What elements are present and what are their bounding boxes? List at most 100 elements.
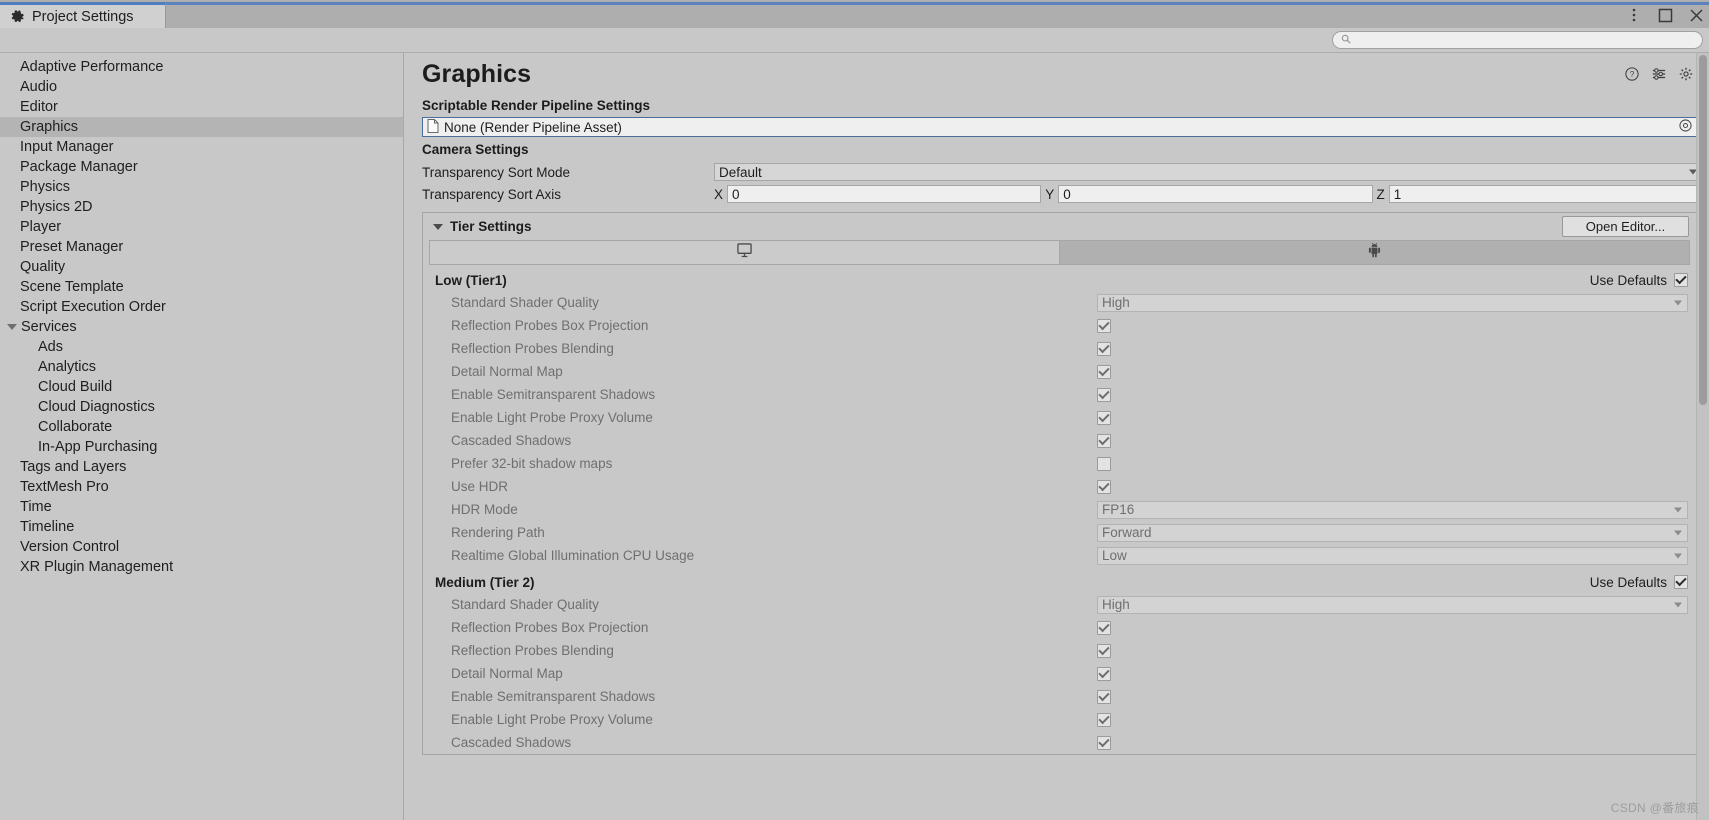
sidebar-item-xr-plugin-management[interactable]: XR Plugin Management: [0, 557, 403, 577]
tier-setting-dropdown[interactable]: High: [1097, 293, 1688, 312]
sidebar-item-adaptive-performance[interactable]: Adaptive Performance: [0, 57, 403, 77]
tier-settings-header[interactable]: Tier Settings Open Editor...: [423, 213, 1696, 240]
tier-setting-dropdown[interactable]: High: [1097, 595, 1688, 614]
sidebar-item-label: Timeline: [20, 519, 75, 535]
sidebar-item-audio[interactable]: Audio: [0, 77, 403, 97]
chevron-down-icon[interactable]: [433, 223, 443, 230]
sidebar-item-label: Time: [20, 499, 52, 515]
sidebar-item-physics[interactable]: Physics: [0, 177, 403, 197]
sidebar-item-label: Player: [20, 219, 62, 235]
sidebar-item-label: Audio: [20, 79, 58, 95]
axis-y-input[interactable]: 0: [1058, 185, 1373, 203]
sidebar-item-textmesh-pro[interactable]: TextMesh Pro: [0, 477, 403, 497]
sidebar-item-ads[interactable]: Ads: [0, 337, 403, 357]
tier-setting-checkbox[interactable]: [1097, 689, 1111, 704]
axis-z-input[interactable]: 1: [1388, 185, 1703, 203]
tier-setting-checkbox[interactable]: [1097, 620, 1111, 635]
tier-setting-checkbox[interactable]: [1097, 364, 1111, 379]
platform-tab-bar[interactable]: [429, 240, 1690, 265]
sidebar-item-input-manager[interactable]: Input Manager: [0, 137, 403, 157]
sidebar-item-editor[interactable]: Editor: [0, 97, 403, 117]
tier-setting-row: Realtime Global Illumination CPU Usage Lo…: [423, 544, 1696, 567]
tier-setting-checkbox[interactable]: [1097, 643, 1111, 658]
sidebar-item-time[interactable]: Time: [0, 497, 403, 517]
tier-setting-dropdown[interactable]: Low: [1097, 546, 1688, 565]
tier-setting-row: Enable Light Probe Proxy Volume: [423, 406, 1696, 429]
sidebar-item-timeline[interactable]: Timeline: [0, 517, 403, 537]
tier-setting-label: HDR Mode: [451, 502, 518, 517]
sidebar-item-graphics[interactable]: Graphics: [0, 117, 403, 137]
tier-setting-label: Cascaded Shadows: [451, 433, 572, 448]
tier-setting-dropdown[interactable]: Forward: [1097, 523, 1688, 542]
tab-label: Project Settings: [32, 8, 134, 25]
tier-setting-value: Forward: [1102, 525, 1152, 540]
tier-setting-checkbox[interactable]: [1097, 666, 1111, 681]
sidebar-item-cloud-build[interactable]: Cloud Build: [0, 377, 403, 397]
sidebar-item-scene-template[interactable]: Scene Template: [0, 277, 403, 297]
sidebar-item-collaborate[interactable]: Collaborate: [0, 417, 403, 437]
sidebar-item-version-control[interactable]: Version Control: [0, 537, 403, 557]
tier-setting-row: Reflection Probes Blending: [423, 337, 1696, 360]
use-defaults-checkbox[interactable]: [1674, 575, 1688, 589]
page-title: Graphics: [422, 60, 532, 88]
tier-setting-checkbox[interactable]: [1097, 410, 1111, 425]
vertical-scrollbar[interactable]: [1696, 53, 1709, 820]
tab-android[interactable]: [1059, 241, 1689, 264]
tier-setting-checkbox[interactable]: [1097, 456, 1111, 471]
sidebar-item-analytics[interactable]: Analytics: [0, 357, 403, 377]
render-pipeline-asset-field[interactable]: None (Render Pipeline Asset): [422, 117, 1697, 137]
sidebar-item-services[interactable]: Services: [0, 317, 403, 337]
svg-text:?: ?: [1630, 70, 1635, 79]
sidebar-item-physics-2d[interactable]: Physics 2D: [0, 197, 403, 217]
transparency-sort-mode-dropdown[interactable]: Default: [714, 163, 1703, 181]
settings-sidebar[interactable]: Adaptive Performance Audio Editor Graphics I…: [0, 53, 404, 820]
sidebar-item-preset-manager[interactable]: Preset Manager: [0, 237, 403, 257]
search-box[interactable]: [1332, 31, 1703, 49]
tier-setting-row: Standard Shader Quality High: [423, 291, 1696, 314]
axis-x-input[interactable]: 0: [727, 185, 1042, 203]
tab-project-settings[interactable]: Project Settings: [0, 2, 166, 28]
tier-setting-label: Standard Shader Quality: [451, 295, 599, 310]
tier-setting-dropdown[interactable]: FP16: [1097, 500, 1688, 519]
help-icon[interactable]: ?: [1625, 67, 1639, 81]
sidebar-item-in-app-purchasing[interactable]: In-App Purchasing: [0, 437, 403, 457]
tier-setting-value: High: [1102, 597, 1130, 612]
sidebar-item-script-execution-order[interactable]: Script Execution Order: [0, 297, 403, 317]
tier-setting-row: Use HDR: [423, 475, 1696, 498]
object-picker-icon[interactable]: [1679, 119, 1692, 135]
tier-setting-checkbox[interactable]: [1097, 735, 1111, 750]
search-input[interactable]: [1356, 34, 1694, 46]
tier-setting-checkbox[interactable]: [1097, 387, 1111, 402]
use-defaults-checkbox[interactable]: [1674, 273, 1688, 287]
tier-setting-checkbox[interactable]: [1097, 341, 1111, 356]
tier-name: Medium (Tier 2): [435, 574, 535, 590]
close-icon[interactable]: [1687, 6, 1705, 24]
scrollbar-thumb[interactable]: [1699, 55, 1707, 405]
tier-setting-label: Prefer 32-bit shadow maps: [451, 456, 613, 471]
main-header-icons: ?: [1625, 67, 1693, 81]
chevron-down-icon[interactable]: [7, 324, 17, 330]
sidebar-item-label: Cloud Diagnostics: [38, 399, 155, 415]
gear-icon: [11, 9, 25, 24]
project-settings-window: Project Settings Adaptive Performance Au…: [0, 0, 1709, 820]
sidebar-item-player[interactable]: Player: [0, 217, 403, 237]
tier-setting-row: Enable Light Probe Proxy Volume: [423, 708, 1696, 731]
settings-gear-icon[interactable]: [1679, 67, 1693, 81]
tier-setting-checkbox[interactable]: [1097, 479, 1111, 494]
settings-main-panel: Graphics ? Scriptable Render Pipeline Se…: [404, 53, 1709, 820]
sidebar-item-cloud-diagnostics[interactable]: Cloud Diagnostics: [0, 397, 403, 417]
tier-setting-checkbox[interactable]: [1097, 433, 1111, 448]
tier-name: Low (Tier1): [435, 272, 507, 288]
sidebar-item-package-manager[interactable]: Package Manager: [0, 157, 403, 177]
sidebar-item-label: Quality: [20, 259, 66, 275]
maximize-icon[interactable]: [1656, 6, 1674, 24]
tab-standalone[interactable]: [430, 241, 1059, 264]
preset-icon[interactable]: [1652, 67, 1666, 81]
sidebar-item-quality[interactable]: Quality: [0, 257, 403, 277]
tier-setting-checkbox[interactable]: [1097, 318, 1111, 333]
chevron-down-icon: [1674, 300, 1682, 305]
open-editor-button[interactable]: Open Editor...: [1562, 216, 1689, 237]
tier-setting-checkbox[interactable]: [1097, 712, 1111, 727]
sidebar-item-tags-and-layers[interactable]: Tags and Layers: [0, 457, 403, 477]
more-options-icon[interactable]: [1625, 6, 1643, 24]
